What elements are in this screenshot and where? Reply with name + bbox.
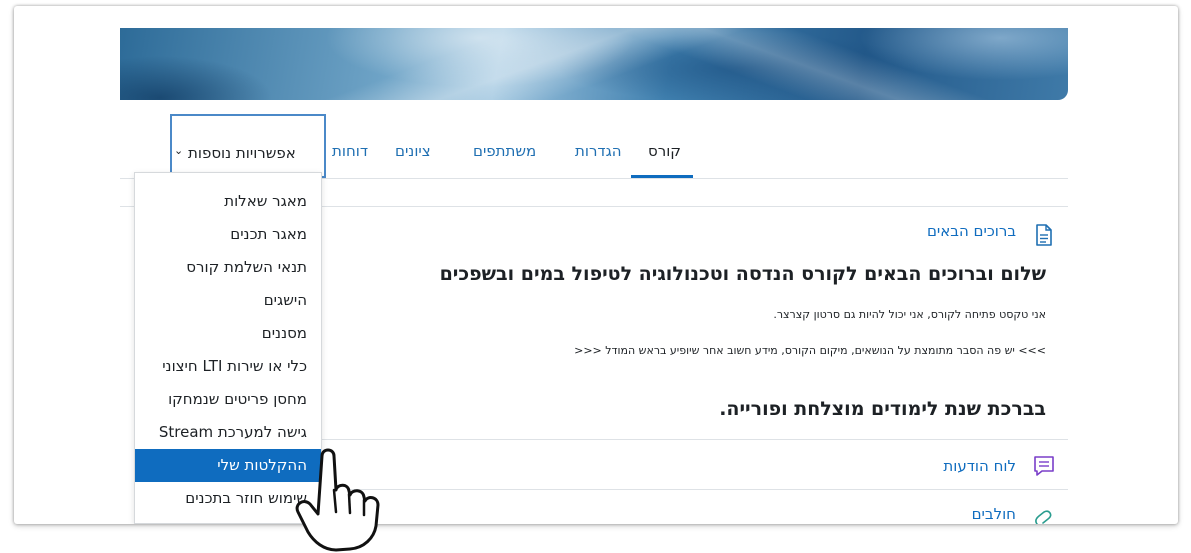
blessing-text: בברכת שנת לימודים מוצלחת ופורייה. xyxy=(719,398,1046,420)
menu-item-filters[interactable]: מסננים xyxy=(135,317,321,350)
menu-item-stream-access[interactable]: גישה למערכת Stream xyxy=(135,416,321,449)
chevron-down-icon: ⌄ xyxy=(174,144,184,157)
moodle-course-window: קורס הגדרות משתתפים ציונים דוחות ⌄ אפשרו… xyxy=(14,6,1178,524)
section-divider xyxy=(320,439,1068,440)
course-banner-image xyxy=(120,28,1068,100)
link-icon xyxy=(1035,510,1052,524)
page-icon xyxy=(1036,224,1052,246)
tab-course[interactable]: קורס xyxy=(648,142,681,172)
course-secondary-navigation: קורס הגדרות משתתפים ציונים דוחות ⌄ אפשרו… xyxy=(120,100,1068,180)
menu-item-content-bank[interactable]: מאגר תכנים xyxy=(135,218,321,251)
menu-item-badges[interactable]: הישגים xyxy=(135,284,321,317)
hand-pointer-icon xyxy=(295,448,380,552)
next-activity-link[interactable]: חולבים xyxy=(972,505,1016,523)
more-options-menu-button[interactable]: ⌄ אפשרויות נוספות xyxy=(170,114,326,178)
tab-reports[interactable]: דוחות xyxy=(332,142,368,172)
menu-item-recycle-bin[interactable]: מחסן פריטים שנמחקו xyxy=(135,383,321,416)
course-welcome-heading: שלום וברוכים הבאים לקורס הנדסה וטכנולוגי… xyxy=(439,263,1046,285)
summary-text: >>> יש פה הסבר מתומצת על הנושאים, מיקום … xyxy=(574,344,1046,357)
welcome-section-link[interactable]: ברוכים הבאים xyxy=(927,222,1016,240)
menu-item-question-bank[interactable]: מאגר שאלות xyxy=(135,185,321,218)
intro-text: אני טקסט פתיחה לקורס, אני יכול להיות גם … xyxy=(773,308,1046,321)
tab-participants[interactable]: משתתפים xyxy=(473,142,536,172)
forum-link[interactable]: לוח הודעות xyxy=(943,457,1016,475)
forum-icon xyxy=(1034,456,1054,476)
menu-item-course-completion[interactable]: תנאי השלמת קורס xyxy=(135,251,321,284)
more-options-label: אפשרויות נוספות xyxy=(188,144,296,162)
tab-settings[interactable]: הגדרות xyxy=(575,142,622,172)
tab-grades[interactable]: ציונים xyxy=(395,142,431,172)
section-divider xyxy=(320,489,1068,490)
menu-item-lti-tool[interactable]: כלי או שירות LTI חיצוני xyxy=(135,350,321,383)
